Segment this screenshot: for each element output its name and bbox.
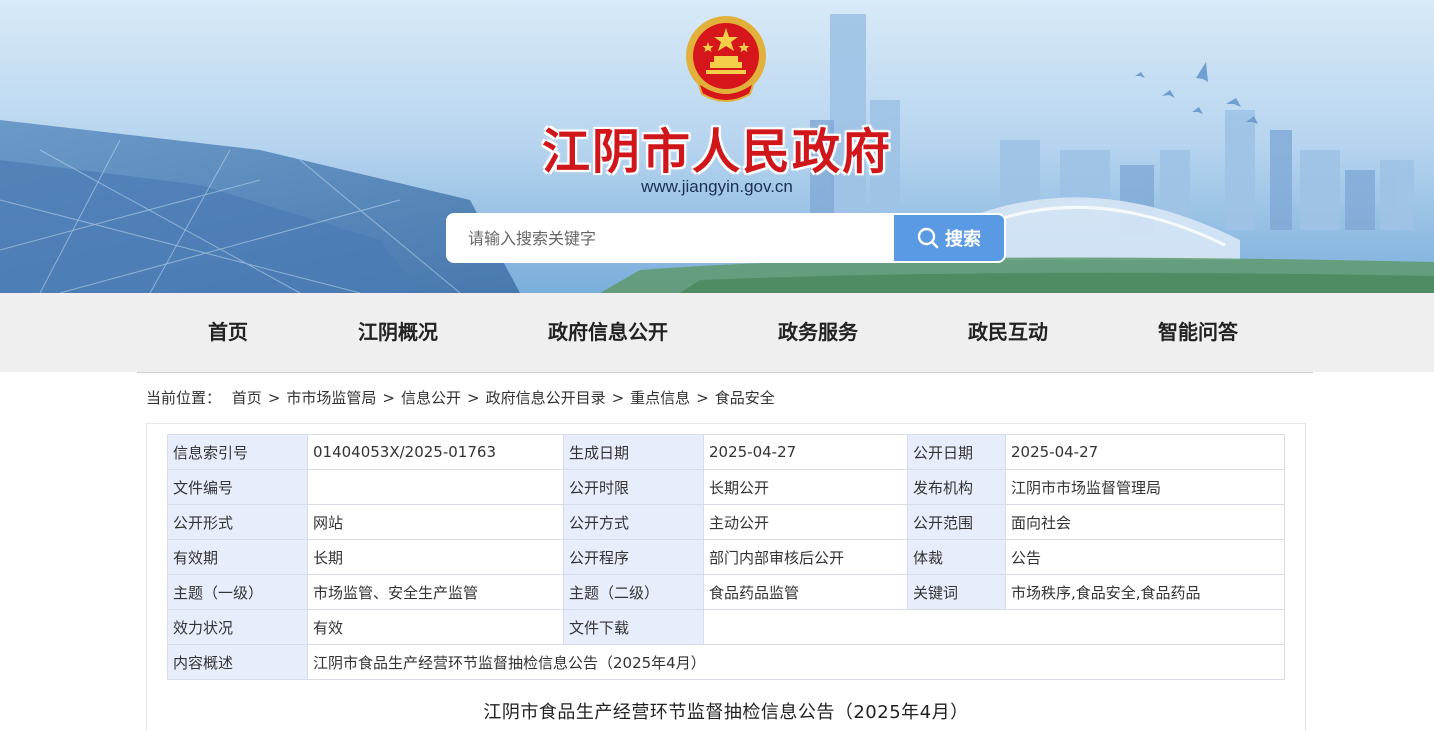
search-bar: 搜索 — [446, 213, 1006, 263]
breadcrumb-item-disclosure-catalog[interactable]: 政府信息公开目录 — [486, 387, 606, 409]
nav-divider — [137, 372, 1313, 373]
nav-item-smart-qa[interactable]: 智能问答 — [1158, 293, 1238, 372]
breadcrumb-item-info-disclosure[interactable]: 信息公开 — [401, 387, 461, 409]
national-emblem-icon — [686, 16, 766, 102]
table-row: 文件编号 公开时限 长期公开 发布机构 江阴市市场监督管理局 — [167, 469, 1285, 505]
value-disclosure-form: 网站 — [307, 504, 564, 540]
breadcrumb-prefix: 当前位置： — [146, 389, 222, 407]
label-validity-period: 有效期 — [167, 539, 308, 575]
label-disclosure-scope: 公开范围 — [907, 504, 1006, 540]
breadcrumb: 当前位置： 首页 > 市市场监管局 > 信息公开 > 政府信息公开目录 > 重点信息 > 食品安全 — [146, 387, 775, 409]
label-effective-status: 效力状况 — [167, 609, 308, 645]
table-row: 内容概述 江阴市食品生产经营环节监督抽检信息公告（2025年4月） — [167, 644, 1285, 680]
value-issuing-agency: 江阴市市场监督管理局 — [1005, 469, 1285, 505]
breadcrumb-separator: > — [611, 389, 625, 407]
value-published-date: 2025-04-27 — [1005, 434, 1285, 470]
nav-item-gov-info-disclosure[interactable]: 政府信息公开 — [548, 293, 668, 372]
value-topic-level-2: 食品药品监管 — [703, 574, 908, 610]
nav-item-home[interactable]: 首页 — [208, 293, 248, 372]
label-content-summary: 内容概述 — [167, 644, 308, 680]
main-nav: 首页 江阴概况 政府信息公开 政务服务 政民互动 智能问答 — [0, 293, 1434, 372]
breadcrumb-separator: > — [467, 389, 480, 407]
breadcrumb-item-market-bureau[interactable]: 市市场监管局 — [286, 387, 376, 409]
label-disclosure-form: 公开形式 — [167, 504, 308, 540]
value-file-download[interactable] — [703, 609, 1285, 645]
nav-item-jiangyin-overview[interactable]: 江阴概况 — [358, 293, 438, 372]
search-button-label: 搜索 — [945, 229, 981, 250]
table-row: 有效期 长期 公开程序 部门内部审核后公开 体裁 公告 — [167, 539, 1285, 575]
value-topic-level-1: 市场监管、安全生产监管 — [307, 574, 564, 610]
breadcrumb-separator: > — [267, 389, 281, 407]
value-validity-period: 长期 — [307, 539, 564, 575]
breadcrumb-item-key-info[interactable]: 重点信息 — [630, 387, 690, 409]
value-disclosure-period: 长期公开 — [703, 469, 908, 505]
value-keywords: 市场秩序,食品安全,食品药品 — [1005, 574, 1285, 610]
header-banner: 江阴市人民政府 www.jiangyin.gov.cn 搜索 — [0, 0, 1434, 293]
label-issuing-agency: 发布机构 — [907, 469, 1006, 505]
breadcrumb-separator: > — [696, 389, 709, 407]
table-row: 主题（一级） 市场监管、安全生产监管 主题（二级） 食品药品监管 关键词 市场秩… — [167, 574, 1285, 610]
article-title: 江阴市食品生产经营环节监督抽检信息公告（2025年4月） — [483, 702, 969, 723]
value-content-summary: 江阴市食品生产经营环节监督抽检信息公告（2025年4月） — [307, 644, 1285, 680]
value-disclosure-scope: 面向社会 — [1005, 504, 1285, 540]
table-row: 效力状况 有效 文件下载 — [167, 609, 1285, 645]
value-disclosure-procedure: 部门内部审核后公开 — [703, 539, 908, 575]
label-published-date: 公开日期 — [907, 434, 1006, 470]
value-document-number — [307, 469, 564, 505]
label-genre: 体裁 — [907, 539, 1006, 575]
table-row: 公开形式 网站 公开方式 主动公开 公开范围 面向社会 — [167, 504, 1285, 540]
table-row: 信息索引号 01404053X/2025-01763 生成日期 2025-04-… — [167, 434, 1285, 470]
nav-item-gov-services[interactable]: 政务服务 — [778, 293, 858, 372]
site-title: 江阴市人民政府 — [541, 124, 892, 180]
value-genre: 公告 — [1005, 539, 1285, 575]
label-index-number: 信息索引号 — [167, 434, 308, 470]
info-metadata-table: 信息索引号 01404053X/2025-01763 生成日期 2025-04-… — [167, 434, 1285, 680]
label-created-date: 生成日期 — [563, 434, 704, 470]
label-topic-level-1: 主题（一级） — [167, 574, 308, 610]
value-created-date: 2025-04-27 — [703, 434, 908, 470]
value-disclosure-method: 主动公开 — [703, 504, 908, 540]
breadcrumb-separator: > — [382, 389, 395, 407]
label-disclosure-procedure: 公开程序 — [563, 539, 704, 575]
label-disclosure-period: 公开时限 — [563, 469, 704, 505]
label-keywords: 关键词 — [907, 574, 1006, 610]
label-file-download: 文件下载 — [563, 609, 704, 645]
site-url[interactable]: www.jiangyin.gov.cn — [0, 177, 1434, 197]
breadcrumb-item-home[interactable]: 首页 — [232, 387, 262, 409]
label-document-number: 文件编号 — [167, 469, 308, 505]
breadcrumb-item-food-safety[interactable]: 食品安全 — [715, 387, 775, 409]
nav-item-public-interaction[interactable]: 政民互动 — [968, 293, 1048, 372]
search-icon — [917, 227, 939, 249]
search-input[interactable] — [448, 215, 894, 261]
value-effective-status: 有效 — [307, 609, 564, 645]
value-index-number: 01404053X/2025-01763 — [307, 434, 564, 470]
search-button[interactable]: 搜索 — [894, 215, 1004, 261]
label-topic-level-2: 主题（二级） — [563, 574, 704, 610]
label-disclosure-method: 公开方式 — [563, 504, 704, 540]
